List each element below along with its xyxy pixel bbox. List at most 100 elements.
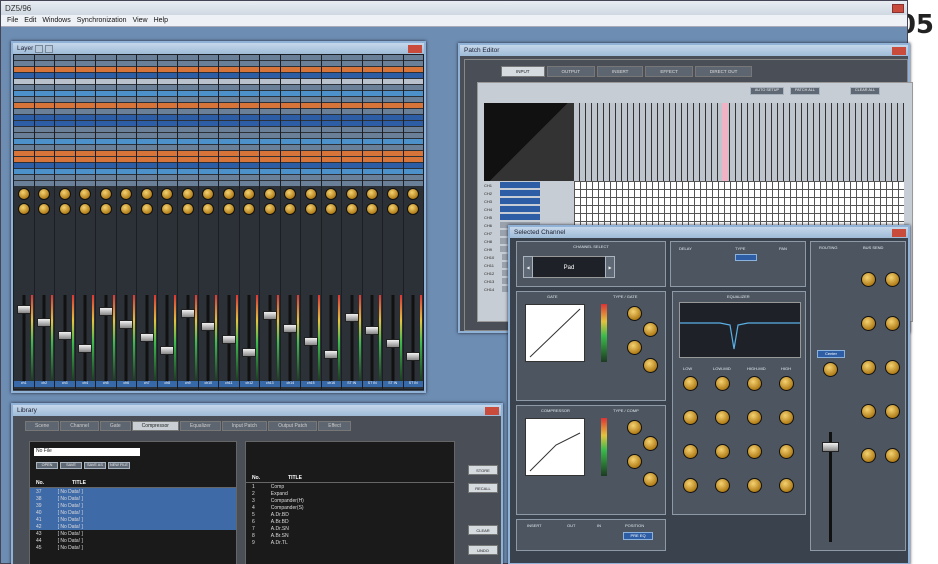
strip-cell[interactable] [403, 151, 423, 156]
patch-all-button[interactable]: PATCH ALL [790, 87, 820, 95]
strip-cell[interactable] [178, 127, 198, 132]
list-item[interactable]: 41 [ No Data! ] [30, 516, 236, 523]
strip-cell[interactable] [260, 103, 280, 108]
strip-cell[interactable] [383, 151, 403, 156]
strip-cell[interactable] [342, 97, 362, 102]
strip-cell[interactable] [116, 85, 136, 90]
strip-cell[interactable] [34, 67, 54, 72]
strip-cell[interactable] [96, 85, 116, 90]
gate-attack-knob[interactable] [627, 340, 642, 355]
strip-cell[interactable] [137, 157, 157, 162]
strip-cell[interactable] [362, 79, 382, 84]
strip-cell[interactable] [301, 157, 321, 162]
fader-cap[interactable] [262, 311, 277, 320]
close-icon[interactable] [408, 44, 422, 53]
strip-cell[interactable] [14, 115, 34, 120]
strip-cell[interactable] [198, 55, 218, 60]
strip-cell[interactable] [198, 91, 218, 96]
eq-knob[interactable] [715, 376, 730, 391]
strip-cell[interactable] [260, 157, 280, 162]
strip-cell[interactable] [157, 151, 177, 156]
strip-cell[interactable] [260, 145, 280, 150]
pan-knob[interactable] [79, 203, 92, 215]
strip-cell[interactable] [219, 163, 239, 168]
strip-cell[interactable] [75, 97, 95, 102]
strip-cell[interactable] [383, 121, 403, 126]
list-item[interactable]: 44 [ No Data! ] [30, 537, 236, 544]
strip-cell[interactable] [157, 127, 177, 132]
gain-knob[interactable] [17, 188, 30, 200]
strip-cell[interactable] [219, 55, 239, 60]
strip-cell[interactable] [219, 169, 239, 174]
strip-cell[interactable] [383, 169, 403, 174]
fader-cap[interactable] [160, 346, 175, 355]
strip-cell[interactable] [55, 157, 75, 162]
strip-cell[interactable] [137, 151, 157, 156]
tab-equalizer[interactable]: Equalizer [179, 421, 221, 431]
strip-cell[interactable] [239, 79, 259, 84]
comp-threshold-knob[interactable] [627, 420, 642, 435]
strip-cell[interactable] [178, 73, 198, 78]
gain-knob[interactable] [243, 188, 256, 200]
strip-cell[interactable] [178, 145, 198, 150]
strip-cell[interactable] [34, 157, 54, 162]
strip-cell[interactable] [178, 91, 198, 96]
strip-cell[interactable] [321, 127, 341, 132]
patch-row[interactable]: CH3 [484, 197, 574, 205]
strip-cell[interactable] [75, 115, 95, 120]
strip-cell[interactable] [75, 133, 95, 138]
tab-insert[interactable]: INSERT [597, 66, 644, 77]
comp-ratio-knob[interactable] [643, 436, 658, 451]
strip-cell[interactable] [239, 133, 259, 138]
strip-cell[interactable] [383, 97, 403, 102]
strip-cell[interactable] [362, 181, 382, 186]
strip-cell[interactable] [55, 79, 75, 84]
strip-cell[interactable] [178, 133, 198, 138]
strip-cell[interactable] [383, 109, 403, 114]
strip-cell[interactable] [239, 67, 259, 72]
strip-cell[interactable] [14, 109, 34, 114]
gain-knob[interactable] [140, 188, 153, 200]
strip-cell[interactable] [178, 61, 198, 66]
strip-cell[interactable] [157, 133, 177, 138]
strip-cell[interactable] [137, 67, 157, 72]
strip-cell[interactable] [157, 175, 177, 180]
pan-knob[interactable] [17, 203, 30, 215]
fader-cap[interactable] [139, 333, 154, 342]
patch-row[interactable]: CH2 [484, 189, 574, 197]
list-item[interactable]: 2 Expand [246, 490, 454, 497]
strip-cell[interactable] [219, 79, 239, 84]
gain-knob[interactable] [263, 188, 276, 200]
fader-cap[interactable] [303, 337, 318, 346]
tab-input[interactable]: INPUT [501, 66, 545, 77]
strip-cell[interactable] [403, 163, 423, 168]
strip-cell[interactable] [157, 157, 177, 162]
eq-knob[interactable] [683, 376, 698, 391]
tab-effect[interactable]: EFFECT [645, 66, 693, 77]
strip-cell[interactable] [239, 61, 259, 66]
strip-cell[interactable] [219, 91, 239, 96]
gain-knob[interactable] [120, 188, 133, 200]
strip-cell[interactable] [301, 133, 321, 138]
strip-cell[interactable] [14, 157, 34, 162]
strip-cell[interactable] [260, 109, 280, 114]
strip-cell[interactable] [321, 175, 341, 180]
strip-cell[interactable] [116, 91, 136, 96]
strip-cell[interactable] [34, 115, 54, 120]
menu-edit[interactable]: Edit [24, 17, 36, 24]
strip-cell[interactable] [280, 121, 300, 126]
strip-cell[interactable] [342, 61, 362, 66]
strip-cell[interactable] [403, 61, 423, 66]
strip-cell[interactable] [342, 181, 362, 186]
eq-knob[interactable] [715, 478, 730, 493]
strip-cell[interactable] [239, 175, 259, 180]
strip-cell[interactable] [157, 115, 177, 120]
strip-cell[interactable] [342, 145, 362, 150]
maximize-icon[interactable] [45, 44, 54, 53]
strip-cell[interactable] [116, 169, 136, 174]
strip-cell[interactable] [55, 121, 75, 126]
gain-knob[interactable] [202, 188, 215, 200]
strip-cell[interactable] [198, 133, 218, 138]
fader-cap[interactable] [344, 313, 359, 322]
strip-cell[interactable] [55, 109, 75, 114]
